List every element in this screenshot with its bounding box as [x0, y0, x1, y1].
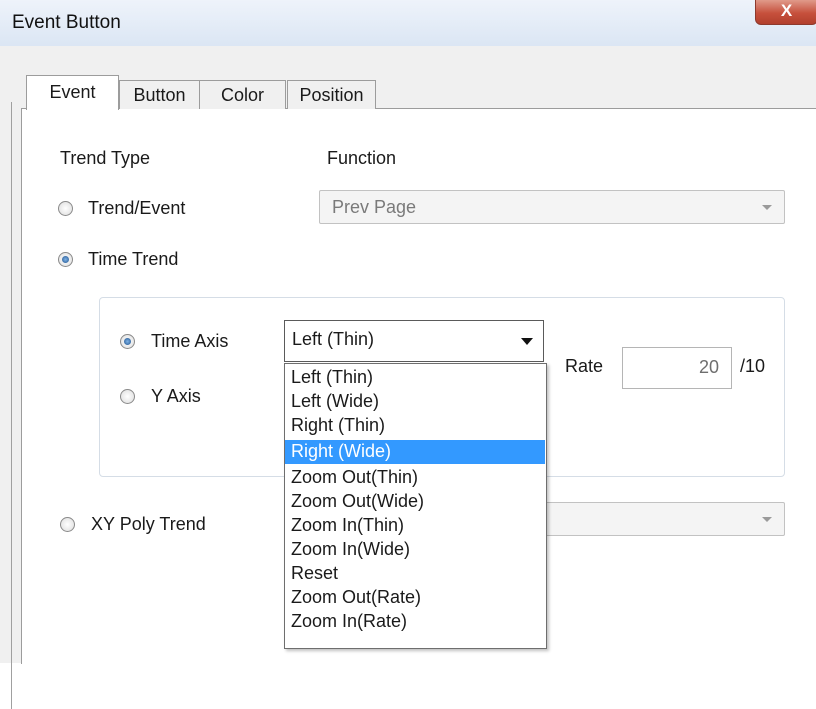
dropdown-item-reset[interactable]: Reset — [285, 562, 545, 586]
tab-position[interactable]: Position — [287, 80, 376, 109]
radio-xy-poly-trend-label: XY Poly Trend — [91, 514, 206, 534]
radio-trend-event-label: Trend/Event — [88, 198, 186, 218]
rate-input[interactable]: 20 — [622, 347, 732, 389]
tab-color[interactable]: Color — [199, 80, 286, 109]
xy-poly-select — [540, 502, 785, 536]
radio-time-axis-label: Time Axis — [151, 331, 229, 351]
radio-time-trend[interactable] — [58, 252, 73, 267]
dropdown-item-right-wide[interactable]: Right (Wide) — [285, 440, 545, 464]
rate-label: Rate — [565, 356, 604, 376]
close-button[interactable]: X — [755, 0, 816, 25]
function-select-value: Prev Page — [332, 197, 417, 217]
close-icon: X — [780, 1, 793, 20]
title-bar: Event Button X — [0, 0, 816, 46]
dropdown-item-zoom-in-thin[interactable]: Zoom In(Thin) — [285, 514, 545, 538]
trend-type-label: Trend Type — [60, 148, 151, 168]
tab-button[interactable]: Button — [119, 80, 200, 109]
radio-xy-poly-trend[interactable] — [60, 517, 75, 532]
dropdown-item-zoom-out-wide[interactable]: Zoom Out(Wide) — [285, 490, 545, 514]
dropdown-item-zoom-out-rate[interactable]: Zoom Out(Rate) — [285, 586, 545, 610]
window-edge — [11, 102, 12, 709]
dropdown-item-zoom-in-rate[interactable]: Zoom In(Rate) — [285, 610, 545, 634]
chevron-down-icon — [762, 517, 772, 522]
radio-time-axis[interactable] — [120, 334, 135, 349]
tab-event[interactable]: Event — [26, 75, 119, 110]
dropdown-item-zoom-out-thin[interactable]: Zoom Out(Thin) — [285, 466, 545, 490]
function-select: Prev Page — [319, 190, 785, 224]
rate-suffix: /10 — [740, 356, 766, 376]
axis-select-value: Left (Thin) — [292, 329, 375, 349]
chevron-down-icon — [762, 205, 772, 210]
tab-color-label: Color — [220, 85, 264, 105]
radio-y-axis[interactable] — [120, 389, 135, 404]
function-label: Function — [327, 148, 397, 168]
chevron-down-icon[interactable] — [521, 338, 533, 345]
rate-input-value: 20 — [698, 357, 719, 377]
dropdown-item-left-thin[interactable]: Left (Thin) — [285, 366, 545, 390]
window-title: Event Button — [12, 12, 121, 33]
dropdown-item-right-thin[interactable]: Right (Thin) — [285, 414, 545, 438]
axis-dropdown-list[interactable]: Left (Thin) Left (Wide) Right (Thin) Rig… — [284, 363, 547, 649]
radio-y-axis-label: Y Axis — [151, 386, 201, 406]
axis-select[interactable]: Left (Thin) — [284, 320, 544, 362]
dropdown-item-left-wide[interactable]: Left (Wide) — [285, 390, 545, 414]
dropdown-item-zoom-in-wide[interactable]: Zoom In(Wide) — [285, 538, 545, 562]
radio-trend-event[interactable] — [58, 201, 73, 216]
tab-button-label: Button — [133, 85, 186, 105]
tab-position-label: Position — [299, 85, 364, 105]
tab-event-label: Event — [49, 82, 96, 102]
radio-time-trend-label: Time Trend — [88, 249, 179, 269]
